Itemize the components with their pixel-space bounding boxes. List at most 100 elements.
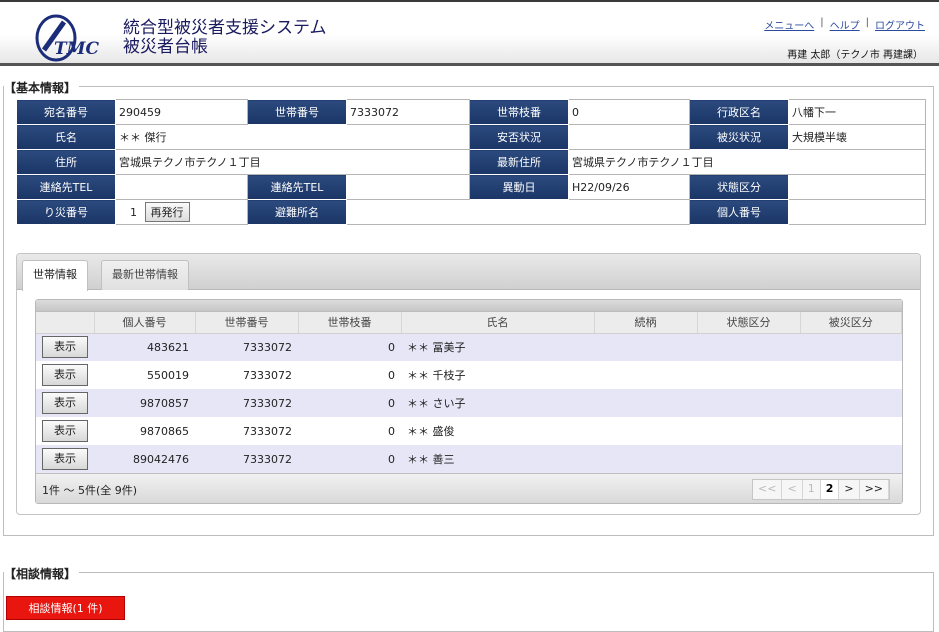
- cell-personal-no: 89042476: [94, 445, 195, 473]
- show-button[interactable]: 表示: [42, 364, 88, 386]
- cell-branch: 0: [298, 333, 401, 361]
- show-button[interactable]: 表示: [42, 336, 88, 359]
- cell-personal-no: 483621: [94, 333, 195, 361]
- label-move-date: 異動日: [469, 174, 569, 200]
- cell-household-no: 7333072: [195, 333, 298, 361]
- page-1-button[interactable]: 1: [802, 480, 821, 499]
- row-action-cell: 表示: [36, 445, 94, 473]
- column-header-name[interactable]: 氏名: [401, 312, 595, 334]
- cell-branch: 0: [298, 445, 401, 473]
- row-action-cell: 表示: [36, 389, 94, 417]
- prev-page-button[interactable]: <: [782, 480, 803, 499]
- show-button[interactable]: 表示: [42, 392, 88, 414]
- reissue-button[interactable]: 再発行: [144, 202, 190, 222]
- cell-relation: [594, 333, 697, 361]
- cell-relation: [594, 389, 697, 417]
- table-header-row: 個人番号 世帯番号 世帯枝番 氏名 続柄 状態区分 被災区分: [36, 312, 902, 334]
- app-header: TMC 統合型被災者支援システム 被災者台帳 メニューへ | ヘルプ | ログア…: [0, 0, 939, 66]
- cell-name: ＊＊ 盛俊: [401, 417, 594, 445]
- tab-bar: 世帯情報 最新世帯情報: [17, 254, 920, 291]
- link-separator: |: [865, 17, 869, 28]
- value-disaster-no: 1: [130, 206, 137, 219]
- cell-damage: [800, 389, 902, 417]
- show-button[interactable]: 表示: [42, 420, 88, 442]
- label-contact-tel-2: 連絡先TEL: [247, 174, 347, 200]
- cell-household-no: 7333072: [195, 361, 298, 389]
- value-address-no: 290459: [115, 99, 248, 125]
- consult-info-button[interactable]: 相談情報(1 件): [6, 596, 125, 620]
- column-header-personal-no[interactable]: 個人番号: [94, 312, 196, 334]
- pagination: << < 1 2 > >>: [752, 479, 890, 500]
- cell-branch: 0: [298, 417, 401, 445]
- cell-name: ＊＊ さい子: [401, 389, 594, 417]
- menu-link[interactable]: メニューへ: [764, 17, 814, 32]
- value-personal-no: [788, 199, 926, 225]
- page-2-button[interactable]: 2: [820, 480, 840, 499]
- label-address: 住所: [16, 149, 116, 175]
- logo-text: TMC: [54, 39, 99, 59]
- column-header-action: [36, 312, 95, 334]
- cell-branch: 0: [298, 361, 401, 389]
- value-name: ＊＊ 傑行: [115, 124, 470, 150]
- record-count: 1件 〜 5件(全 9件): [42, 484, 138, 497]
- cell-status: [697, 445, 800, 473]
- cell-damage: [800, 333, 902, 361]
- cell-damage: [800, 445, 902, 473]
- cell-name: ＊＊ 善三: [401, 445, 594, 473]
- next-page-button[interactable]: >: [839, 480, 860, 499]
- tab-household-info[interactable]: 世帯情報: [22, 260, 88, 291]
- label-name: 氏名: [16, 124, 116, 150]
- column-header-damage[interactable]: 被災区分: [800, 312, 902, 334]
- cell-status: [697, 389, 800, 417]
- table-row: 表示 9870857 7333072 0 ＊＊ さい子: [36, 389, 902, 417]
- consult-legend: 【相談情報】: [4, 565, 80, 582]
- value-household-no: 7333072: [346, 99, 470, 125]
- page-title: 被災者台帳: [123, 37, 208, 57]
- column-header-status[interactable]: 状態区分: [697, 312, 801, 334]
- cell-relation: [594, 361, 697, 389]
- show-button[interactable]: 表示: [42, 448, 88, 470]
- value-move-date: H22/09/26: [568, 174, 690, 200]
- label-damage: 被災状況: [689, 124, 789, 150]
- column-header-branch[interactable]: 世帯枝番: [298, 312, 402, 334]
- value-household-branch: 0: [568, 99, 690, 125]
- tab-latest-household-info[interactable]: 最新世帯情報: [101, 260, 189, 290]
- header-links: メニューへ | ヘルプ | ログアウト: [764, 17, 925, 32]
- cell-branch: 0: [298, 389, 401, 417]
- link-separator: |: [820, 17, 824, 28]
- cell-status: [697, 361, 800, 389]
- table-row: 表示 9870865 7333072 0 ＊＊ 盛俊: [36, 417, 902, 445]
- user-info: 再建 太郎（テクノ市 再建課）: [787, 50, 923, 61]
- label-address-no: 宛名番号: [16, 99, 116, 125]
- row-action-cell: 表示: [36, 333, 94, 361]
- cell-name: ＊＊ 冨美子: [401, 333, 594, 361]
- cell-personal-no: 9870865: [94, 417, 195, 445]
- tmc-logo: TMC: [35, 14, 99, 62]
- label-personal-no: 個人番号: [689, 199, 789, 225]
- column-header-relation[interactable]: 続柄: [594, 312, 698, 334]
- cell-name: ＊＊ 千枝子: [401, 361, 594, 389]
- household-tab-panel: 世帯情報 最新世帯情報 個人番号 世帯番号 世帯枝番 氏名 続柄 状態区分 被災…: [16, 253, 921, 515]
- cell-household-no: 7333072: [195, 417, 298, 445]
- first-page-button[interactable]: <<: [753, 480, 783, 499]
- logout-link[interactable]: ログアウト: [875, 17, 925, 32]
- label-safety: 安否状況: [469, 124, 569, 150]
- system-title: 統合型被災者支援システム: [123, 18, 327, 38]
- table-row: 表示 550019 7333072 0 ＊＊ 千枝子: [36, 361, 902, 389]
- members-table-body: 表示 483621 7333072 0 ＊＊ 冨美子 表示 550019 733…: [36, 333, 902, 473]
- cell-personal-no: 9870857: [94, 389, 195, 417]
- cell-status: [697, 417, 800, 445]
- label-household-no: 世帯番号: [247, 99, 347, 125]
- value-contact-tel-1: [115, 174, 248, 200]
- label-status: 状態区分: [689, 174, 789, 200]
- members-grid: 個人番号 世帯番号 世帯枝番 氏名 続柄 状態区分 被災区分 表示 483621…: [35, 299, 903, 504]
- value-safety: [568, 124, 690, 150]
- column-header-household-no[interactable]: 世帯番号: [195, 312, 299, 334]
- members-table: 個人番号 世帯番号 世帯枝番 氏名 続柄 状態区分 被災区分 表示 483621…: [36, 312, 902, 473]
- basic-info-grid: 宛名番号 290459 世帯番号 7333072 世帯枝番 0 行政区名 八幡下…: [16, 99, 926, 225]
- table-row: 表示 483621 7333072 0 ＊＊ 冨美子: [36, 333, 902, 361]
- label-household-branch: 世帯枝番: [469, 99, 569, 125]
- last-page-button[interactable]: >>: [859, 480, 889, 499]
- help-link[interactable]: ヘルプ: [830, 17, 860, 32]
- label-latest-address: 最新住所: [469, 149, 569, 175]
